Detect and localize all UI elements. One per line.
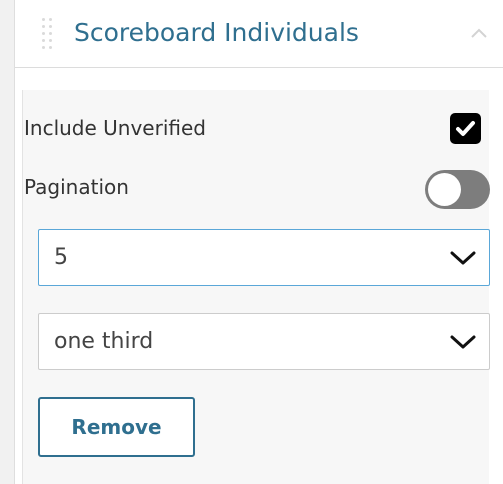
include-unverified-label: Include Unverified: [24, 116, 206, 140]
remove-button[interactable]: Remove: [38, 397, 195, 457]
panel-header[interactable]: Scoreboard Individuals: [15, 0, 503, 68]
width-value: one third: [54, 329, 154, 354]
include-unverified-checkbox[interactable]: [450, 113, 481, 144]
toggle-knob: [428, 173, 461, 206]
panel-title: Scoreboard Individuals: [74, 18, 359, 47]
pagination-label: Pagination: [24, 175, 129, 199]
pagination-toggle[interactable]: [425, 170, 490, 209]
chevron-down-icon: [450, 335, 476, 349]
checkmark-icon: [456, 121, 475, 136]
chevron-down-icon: [450, 251, 476, 265]
width-select[interactable]: one third: [38, 313, 490, 370]
drag-handle-icon[interactable]: [42, 18, 56, 52]
page-size-value: 5: [54, 245, 68, 270]
chevron-up-icon[interactable]: [470, 26, 488, 40]
page-size-select[interactable]: 5: [38, 229, 490, 286]
